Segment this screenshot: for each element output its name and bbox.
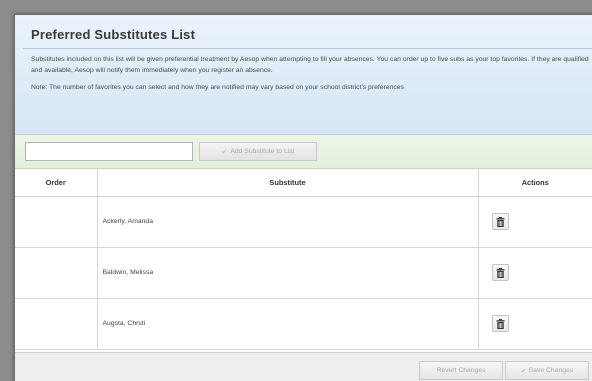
delete-button[interactable] — [491, 213, 509, 230]
description-text: Substitutes included on this list will b… — [31, 56, 589, 74]
order-cell[interactable] — [15, 196, 98, 248]
column-header-order[interactable]: Order — [15, 169, 98, 197]
substitute-search-input[interactable] — [25, 142, 193, 161]
trash-icon — [496, 318, 504, 329]
actions-cell — [478, 196, 592, 248]
column-header-substitute[interactable]: Substitute — [97, 169, 479, 197]
add-substitute-button[interactable]: ✔ Add Substitute to List — [199, 142, 317, 161]
save-changes-label: Save Changes — [528, 367, 574, 374]
revert-changes-button[interactable]: Revert Changes — [419, 361, 503, 380]
revert-changes-label: Revert Changes — [436, 367, 486, 374]
check-icon: ✔ — [520, 367, 527, 375]
delete-button[interactable] — [491, 264, 509, 281]
order-cell[interactable] — [15, 247, 98, 299]
actions-cell — [478, 298, 592, 350]
substitute-name: Baldwin, Melissa — [97, 247, 479, 299]
check-icon: ✔ — [221, 148, 228, 156]
substitute-name: Augsta, Chrsti — [97, 298, 479, 350]
trash-icon — [496, 216, 504, 227]
add-substitute-bar: ✔ Add Substitute to List — [15, 135, 592, 169]
preferred-substitutes-panel: Preferred Substitutes List Substitutes i… — [14, 14, 592, 381]
save-changes-button[interactable]: ✔ Save Changes — [505, 361, 589, 380]
note-text: Note: The number of favorites you can se… — [31, 84, 404, 91]
substitute-name: Ackerly, Amanda — [97, 196, 479, 248]
substitutes-table: Order Substitute Actions Ackerly, Amanda — [15, 169, 592, 350]
order-cell[interactable] — [15, 298, 98, 350]
table-row[interactable]: Ackerly, Amanda — [15, 196, 592, 248]
panel-header: Preferred Substitutes List Substitutes i… — [15, 15, 592, 135]
table-row[interactable]: Baldwin, Melissa — [15, 247, 592, 299]
add-substitute-button-label: Add Substitute to List — [230, 148, 295, 155]
table-row[interactable]: Augsta, Chrsti — [15, 298, 592, 350]
trash-icon — [496, 267, 504, 278]
actions-cell — [478, 247, 592, 299]
panel-footer: Revert Changes ✔ Save Changes — [15, 352, 592, 381]
column-header-actions: Actions — [478, 169, 592, 197]
page-title: Preferred Substitutes List — [23, 27, 592, 49]
table-header-row: Order Substitute Actions — [15, 169, 592, 197]
delete-button[interactable] — [491, 315, 509, 332]
